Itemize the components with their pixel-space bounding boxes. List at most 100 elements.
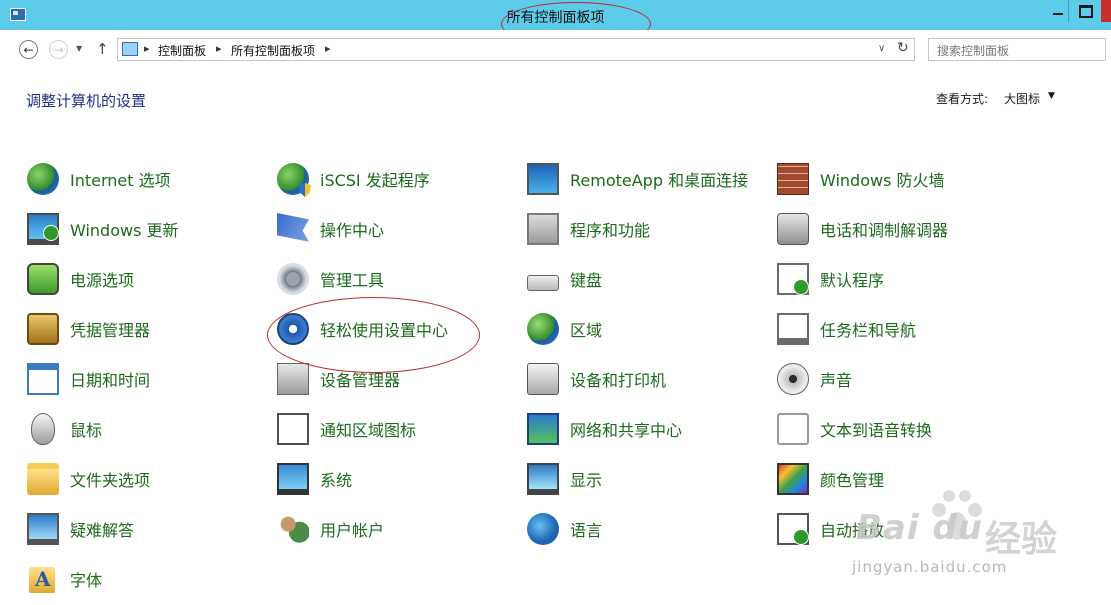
cp-item-keyboard[interactable]: 键盘 [527, 261, 602, 297]
date-time-icon [27, 363, 59, 395]
item-label: 颜色管理 [820, 471, 885, 490]
watermark-brand: Bai du [856, 508, 983, 548]
item-label: 操作中心 [320, 221, 385, 240]
address-dropdown-icon[interactable]: ∨ [878, 43, 885, 54]
breadcrumb-chevron-icon[interactable]: ▸ [144, 42, 150, 55]
item-label: 文本到语音转换 [820, 421, 933, 440]
cp-item-devices-printers[interactable]: 设备和打印机 [527, 361, 666, 397]
network-sharing-icon [527, 413, 559, 445]
keyboard-icon [527, 275, 559, 291]
up-button[interactable]: ↑ [96, 40, 109, 58]
page-title: 调整计算机的设置 [26, 92, 147, 110]
item-label: 凭据管理器 [70, 321, 151, 340]
cp-item-user-accounts[interactable]: 用户帐户 [277, 511, 384, 547]
cp-item-phone-modem[interactable]: 电话和调制解调器 [777, 211, 948, 247]
autoplay-icon [777, 513, 809, 545]
cp-item-region[interactable]: 区域 [527, 311, 602, 347]
view-by-dropdown[interactable]: 大图标 [1004, 90, 1040, 107]
phone-modem-icon [777, 213, 809, 245]
cp-item-network-sharing[interactable]: 网络和共享中心 [527, 411, 682, 447]
cp-item-fonts[interactable]: A 字体 [27, 561, 102, 597]
cp-item-folder-options[interactable]: 文件夹选项 [27, 461, 150, 497]
cp-item-iscsi-initiator[interactable]: iSCSI 发起程序 [277, 161, 430, 197]
credential-manager-icon [27, 313, 59, 345]
close-button[interactable] [1101, 0, 1111, 22]
display-icon [527, 463, 559, 495]
navigation-toolbar: ← → ▼ ↑ ▸ 控制面板 ▸ 所有控制面板项 ▸ ∨ ↻ 搜索控制面板 [0, 30, 1111, 70]
cp-item-remoteapp[interactable]: RemoteApp 和桌面连接 [527, 161, 748, 197]
checkmark-badge-icon [793, 279, 809, 295]
cp-item-mouse[interactable]: 鼠标 [27, 411, 102, 447]
taskbar-navigation-icon [777, 313, 809, 345]
item-label: 声音 [820, 371, 853, 390]
item-label: 用户帐户 [320, 521, 385, 540]
notification-area-icon [277, 413, 309, 445]
cp-item-date-time[interactable]: 日期和时间 [27, 361, 150, 397]
remoteapp-icon [527, 163, 559, 195]
item-label: 日期和时间 [70, 371, 151, 390]
back-arrow-icon: ← [23, 42, 34, 57]
watermark-site-name: 经验 [985, 519, 1058, 560]
item-label: Internet 选项 [70, 171, 171, 190]
color-management-icon [777, 463, 809, 495]
cp-item-administrative-tools[interactable]: 管理工具 [277, 261, 384, 297]
cp-item-system[interactable]: 系统 [277, 461, 352, 497]
maximize-button[interactable] [1068, 0, 1104, 22]
default-programs-icon [777, 263, 809, 295]
back-button[interactable]: ← [19, 40, 38, 59]
item-label: 任务栏和导航 [820, 321, 917, 340]
cp-item-default-programs[interactable]: 默认程序 [777, 261, 884, 297]
text-to-speech-icon [777, 413, 809, 445]
cp-item-sound[interactable]: 声音 [777, 361, 852, 397]
internet-options-icon [27, 163, 59, 195]
region-icon [527, 313, 559, 345]
cp-item-action-center[interactable]: 操作中心 [277, 211, 384, 247]
item-label: 电话和调制解调器 [820, 221, 949, 240]
item-label: 电源选项 [70, 271, 135, 290]
system-icon [277, 463, 309, 495]
cp-item-troubleshooting[interactable]: 疑难解答 [27, 511, 134, 547]
watermark-url: jingyan.baidu.com [852, 558, 1008, 576]
cp-item-internet-options[interactable]: Internet 选项 [27, 161, 171, 197]
cp-item-notification-area-icons[interactable]: 通知区域图标 [277, 411, 416, 447]
breadcrumb-all-items[interactable]: 所有控制面板项 [231, 42, 315, 59]
breadcrumb-chevron-icon[interactable]: ▸ [216, 42, 222, 55]
item-label: 设备和打印机 [570, 371, 667, 390]
breadcrumb-chevron-icon[interactable]: ▸ [325, 42, 331, 55]
forward-button[interactable]: → [49, 40, 68, 59]
item-label: 默认程序 [820, 271, 885, 290]
up-arrow-icon: ↑ [96, 40, 109, 58]
item-label: 网络和共享中心 [570, 421, 683, 440]
breadcrumb-control-panel[interactable]: 控制面板 [158, 42, 206, 59]
cp-item-windows-update[interactable]: Windows 更新 [27, 211, 179, 247]
item-label: Windows 更新 [70, 221, 179, 240]
item-label: 鼠标 [70, 421, 103, 440]
cp-item-windows-firewall[interactable]: Windows 防火墙 [777, 161, 945, 197]
item-label: 通知区域图标 [320, 421, 417, 440]
item-label: 语言 [570, 521, 603, 540]
cp-item-power-options[interactable]: 电源选项 [27, 261, 134, 297]
sound-icon [777, 363, 809, 395]
cp-item-display[interactable]: 显示 [527, 461, 602, 497]
update-badge-icon [43, 225, 59, 241]
view-by-dropdown-icon[interactable]: ▼ [1048, 91, 1055, 101]
troubleshooting-icon [27, 513, 59, 545]
cp-item-taskbar-navigation[interactable]: 任务栏和导航 [777, 311, 916, 347]
administrative-tools-icon [277, 263, 309, 295]
cp-item-language[interactable]: 语言 [527, 511, 602, 547]
forward-arrow-icon: → [53, 42, 64, 57]
search-input[interactable]: 搜索控制面板 [928, 38, 1106, 61]
cp-item-programs-features[interactable]: 程序和功能 [527, 211, 650, 247]
address-bar[interactable]: ▸ 控制面板 ▸ 所有控制面板项 ▸ ∨ ↻ [117, 38, 915, 61]
cp-item-color-management[interactable]: 颜色管理 [777, 461, 884, 497]
view-by-label: 查看方式: [936, 92, 989, 106]
play-badge-icon [793, 529, 809, 545]
control-panel-icon [122, 42, 138, 56]
cp-item-text-to-speech[interactable]: 文本到语音转换 [777, 411, 932, 447]
refresh-icon[interactable]: ↻ [897, 40, 909, 56]
action-center-icon [277, 213, 309, 242]
recent-locations-dropdown[interactable]: ▼ [76, 44, 82, 53]
item-label: 显示 [570, 471, 603, 490]
cp-item-credential-manager[interactable]: 凭据管理器 [27, 311, 150, 347]
maximize-icon [1079, 4, 1093, 18]
